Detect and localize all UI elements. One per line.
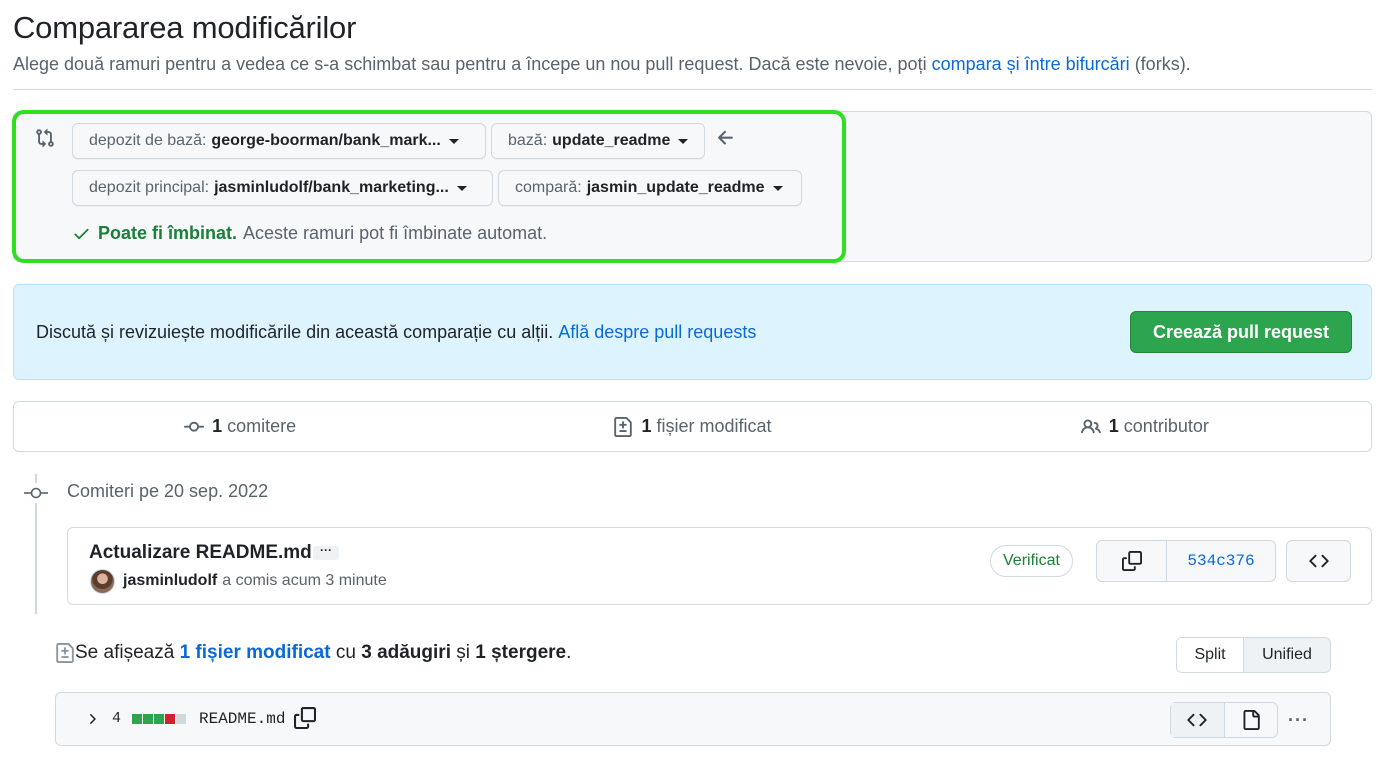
base-repo-select[interactable]: depozit de bază: george-boorman/bank_mar…: [72, 123, 486, 159]
subtitle-text: Alege două ramuri pentru a vedea ce s-a …: [13, 54, 927, 74]
chevron-right-icon[interactable]: [84, 711, 100, 727]
code-icon: [1187, 713, 1207, 727]
caret-down-icon: [456, 185, 467, 191]
commit-sha-link[interactable]: 534c376: [1167, 541, 1275, 581]
browse-repository-button[interactable]: [1286, 540, 1351, 582]
base-repo-value: george-boorman/bank_mark...: [211, 132, 441, 149]
commit-author-link[interactable]: jasminludolf: [123, 572, 217, 589]
additions-count: 3 adăugiri: [361, 642, 451, 663]
banner-message: Discută și revizuiește modificările din …: [36, 322, 554, 342]
commit-sha-group: 534c376: [1096, 540, 1276, 582]
base-branch-select[interactable]: bază: update_readme: [491, 123, 705, 159]
diffstat-added-block: [132, 714, 142, 724]
diffstat-added-block: [154, 714, 164, 724]
create-pull-request-button[interactable]: Creează pull request: [1130, 311, 1352, 353]
file-more-options-button[interactable]: ···: [1288, 710, 1309, 731]
copy-icon: [1121, 551, 1142, 571]
avatar[interactable]: [90, 569, 115, 594]
compare-forks-link[interactable]: compara și între bifurcări: [932, 54, 1130, 74]
files-label: fișier modificat: [656, 416, 772, 436]
diff-and: și: [456, 642, 470, 663]
file-icon: [1243, 710, 1260, 730]
file-name-link[interactable]: README.md: [199, 710, 285, 728]
base-branch-label: bază:: [508, 132, 548, 149]
file-diff-icon: [56, 643, 74, 663]
commits-label: comitere: [227, 416, 297, 436]
mergeable-label: Poate fi îmbinat.: [98, 223, 238, 243]
copy-icon[interactable]: [294, 707, 316, 729]
diff-period: .: [566, 642, 572, 663]
people-icon: [1080, 418, 1101, 433]
head-repo-value: jasminludolf/bank_marketing...: [214, 179, 449, 196]
commit-item: Actualizare README.md ··· jasminludolf a …: [67, 527, 1372, 605]
commits-count: 1: [212, 416, 223, 436]
copy-sha-button[interactable]: [1097, 541, 1167, 581]
caret-down-icon: [772, 185, 783, 191]
code-icon: [1308, 554, 1329, 568]
deletions-count: 1 ștergere: [475, 642, 567, 663]
diff-view-toggle: Split Unified: [1176, 637, 1331, 673]
compare-branch-select[interactable]: compară: jasmin_update_readme: [498, 170, 802, 206]
commits-date-heading: Comiteri pe 20 sep. 2022: [67, 481, 269, 501]
base-repo-label: depozit de bază:: [89, 132, 207, 149]
diffstat-deleted-block: [165, 714, 175, 724]
file-header: 4 README.md ···: [55, 692, 1331, 746]
file-change-count: 4: [112, 710, 122, 727]
mergeable-text: Aceste ramuri pot fi îmbinate automat.: [243, 223, 548, 243]
caret-down-icon: [678, 138, 689, 144]
split-view-button[interactable]: Split: [1177, 638, 1244, 672]
git-commit-icon: [24, 483, 48, 503]
diffstat-added-block: [143, 714, 153, 724]
check-icon: [74, 228, 89, 240]
files-changed-tab[interactable]: 1 fișier modificat: [466, 402, 918, 451]
banner-text: Discută și revizuiește modificările din …: [36, 322, 756, 343]
contributors-tab[interactable]: 1 contributor: [919, 402, 1371, 451]
files-count: 1: [641, 416, 652, 436]
contributors-label: contributor: [1123, 416, 1209, 436]
commit-time: a comis acum 3 minute: [222, 572, 387, 589]
file-view-actions: [1170, 702, 1278, 738]
unified-view-button[interactable]: Unified: [1244, 638, 1330, 672]
learn-pull-requests-link[interactable]: Află despre pull requests: [558, 322, 756, 342]
compare-summary: 1 comitere 1 fișier modificat 1 contribu…: [13, 401, 1372, 452]
diff-prefix: Se afișează: [75, 642, 175, 663]
diffstat: [132, 714, 186, 724]
diffstat-neutral-block: [176, 714, 186, 724]
commit-author-line: jasminludolf a comis acum 3 minute: [123, 572, 387, 590]
subtitle-suffix: (forks).: [1134, 54, 1191, 74]
arrow-left-icon: [718, 130, 733, 145]
base-branch-value: update_readme: [552, 132, 671, 149]
header-divider: [13, 89, 1372, 90]
commits-tab[interactable]: 1 comitere: [14, 402, 466, 451]
compare-branch-label: compară:: [515, 179, 582, 196]
view-source-button[interactable]: [1171, 703, 1225, 737]
expand-commit-button[interactable]: ···: [313, 544, 339, 560]
page-title: Compararea modificărilor: [13, 10, 357, 45]
git-compare-icon: [36, 128, 54, 148]
diff-summary: Se afișează 1 fișier modificat cu 3 adău…: [55, 642, 571, 664]
page-subtitle: Alege două ramuri pentru a vedea ce s-a …: [13, 54, 1191, 75]
commit-message-link[interactable]: Actualizare README.md: [89, 542, 312, 564]
files-changed-link[interactable]: 1 fișier modificat: [180, 642, 331, 664]
contributors-count: 1: [1108, 416, 1119, 436]
caret-down-icon: [448, 138, 459, 144]
view-rich-diff-button[interactable]: [1225, 703, 1278, 737]
compare-branch-value: jasmin_update_readme: [586, 179, 765, 196]
head-repo-label: depozit principal:: [89, 179, 210, 196]
pull-request-banner: Discută și revizuiește modificările din …: [13, 284, 1372, 380]
diff-with: cu: [335, 642, 356, 663]
git-commit-icon: [184, 421, 205, 432]
verified-badge[interactable]: Verificat: [990, 545, 1073, 577]
merge-status: Poate fi îmbinat. Aceste ramuri pot fi î…: [72, 223, 547, 244]
file-diff-icon: [614, 416, 633, 437]
head-repo-select[interactable]: depozit principal: jasminludolf/bank_mar…: [72, 170, 493, 206]
